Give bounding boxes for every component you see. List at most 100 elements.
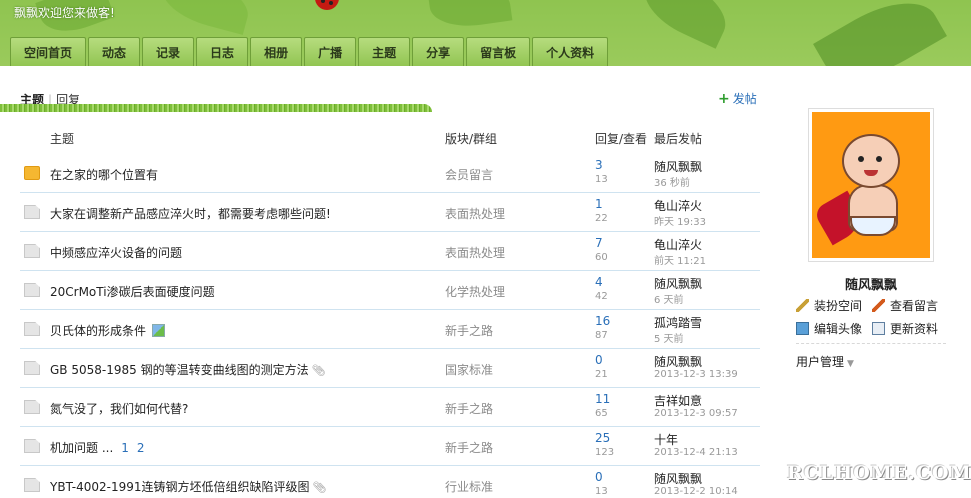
document-icon xyxy=(24,244,40,258)
pen-icon xyxy=(872,299,885,312)
topic-replies[interactable]: 0 xyxy=(595,353,603,367)
document-icon xyxy=(24,478,40,492)
topic-last-author[interactable]: 吉祥如意 xyxy=(654,392,702,409)
document-icon xyxy=(24,361,40,375)
edit-avatar-link[interactable]: 编辑头像 xyxy=(796,320,872,337)
paperclip-icon: 📎︎ xyxy=(312,481,327,494)
topic-replies[interactable]: 11 xyxy=(595,392,610,406)
topic-title[interactable]: 机加问题 ... xyxy=(50,441,113,455)
topic-forum[interactable]: 行业标准 xyxy=(445,478,493,495)
topic-last-time: 6 天前 xyxy=(654,295,684,306)
topic-forum[interactable]: 化学热处理 xyxy=(445,283,505,300)
topic-title[interactable]: 氮气没了，我们如何代替? xyxy=(50,400,188,417)
user-management-label: 用户管理 xyxy=(796,355,845,369)
background-leaf xyxy=(634,0,736,49)
topic-title[interactable]: 大家在调整新产品感应淬火时，都需要考虑哪些问题! xyxy=(50,205,331,222)
topic-row: YBT-4002-1991连铸钢方坯低倍组织缺陷评级图 📎︎ 行业标准 0 13 … xyxy=(20,466,760,498)
topic-last-author[interactable]: 孤鸿踏雪 xyxy=(654,314,702,331)
profile-name[interactable]: 随风飘飘 xyxy=(808,274,934,293)
topic-title-wrapper[interactable]: 贝氏体的形成条件 xyxy=(50,322,166,339)
topic-row: GB 5058-1985 钢的等温转变曲线图的测定方法 📎︎ 国家标准 0 21 … xyxy=(20,349,760,388)
user-management-dropdown[interactable]: 用户管理 ▼ xyxy=(796,353,854,370)
topic-last-time: 昨天 19:33 xyxy=(654,217,706,228)
nav-item-share[interactable]: 分享 xyxy=(412,37,465,68)
update-profile-label: 更新资料 xyxy=(890,322,939,336)
topic-title[interactable]: 在之家的哪个位置有 xyxy=(50,166,158,183)
avatar-diaper xyxy=(850,216,896,236)
column-header-forum: 版块/群组 xyxy=(445,132,498,146)
topic-last-time: 2013-12-3 13:39 xyxy=(654,369,738,380)
update-profile-link[interactable]: 更新资料 xyxy=(872,320,956,337)
topic-last-author[interactable]: 随风飘飘 xyxy=(654,275,702,292)
topic-views: 65 xyxy=(595,408,608,419)
new-post-button[interactable]: + 发帖 xyxy=(718,90,757,107)
topic-last-author[interactable]: 龟山淬火 xyxy=(654,197,702,214)
decorate-space-label: 装扮空间 xyxy=(814,299,863,313)
topic-last-time: 2013-12-2 10:14 xyxy=(654,486,738,497)
background-leaf xyxy=(427,0,513,32)
nav-item-profile[interactable]: 个人资料 xyxy=(532,37,609,68)
welcome-message: 飘飘欢迎您来做客! xyxy=(14,6,115,20)
nav-item-topics[interactable]: 主题 xyxy=(358,37,411,68)
topic-forum[interactable]: 新手之路 xyxy=(445,322,493,339)
nav-item-blog[interactable]: 日志 xyxy=(196,37,249,68)
topic-last-author[interactable]: 随风飘飘 xyxy=(654,158,702,175)
topic-replies[interactable]: 4 xyxy=(595,275,603,289)
topic-last-time: 2013-12-4 21:13 xyxy=(654,447,738,458)
topic-title-wrapper: 机加问题 ... 1 2 xyxy=(50,439,145,456)
topic-title: 贝氏体的形成条件 xyxy=(50,324,147,338)
topic-forum[interactable]: 表面热处理 xyxy=(445,244,505,261)
topic-replies[interactable]: 25 xyxy=(595,431,610,445)
topic-replies[interactable]: 1 xyxy=(595,197,603,211)
page-link-2[interactable]: 2 xyxy=(137,441,145,455)
topic-row: 贝氏体的形成条件 新手之路 16 87 孤鸿踏雪 5 天前 xyxy=(20,310,760,349)
topic-replies[interactable]: 3 xyxy=(595,158,603,172)
topic-last-author[interactable]: 龟山淬火 xyxy=(654,236,702,253)
grass-divider xyxy=(0,104,432,112)
topic-forum[interactable]: 会员留言 xyxy=(445,166,493,183)
document-icon xyxy=(24,205,40,219)
topic-replies[interactable]: 0 xyxy=(595,470,603,484)
profile-avatar-frame[interactable] xyxy=(808,108,934,262)
topic-last-author[interactable]: 十年 xyxy=(654,431,678,448)
topic-last-time: 36 秒前 xyxy=(654,178,690,189)
topic-title[interactable]: 中频感应淬火设备的问题 xyxy=(50,244,182,261)
topic-list: 在之家的哪个位置有 会员留言 3 13 随风飘飘 36 秒前 大家在调整新产品感… xyxy=(20,154,760,498)
topic-last-author[interactable]: 随风飘飘 xyxy=(654,353,702,370)
topic-title: YBT-4002-1991连铸钢方坯低倍组织缺陷评级图 xyxy=(50,480,310,494)
topic-row: 在之家的哪个位置有 会员留言 3 13 随风飘飘 36 秒前 xyxy=(20,154,760,193)
document-icon xyxy=(24,400,40,414)
topic-title-wrapper[interactable]: GB 5058-1985 钢的等温转变曲线图的测定方法 📎︎ xyxy=(50,361,326,378)
decorate-space-link[interactable]: 装扮空间 xyxy=(796,297,872,314)
view-messages-link[interactable]: 查看留言 xyxy=(872,297,956,314)
nav-item-broadcast[interactable]: 广播 xyxy=(304,37,357,68)
topic-row: 中频感应淬火设备的问题 表面热处理 7 60 龟山淬火 前天 11:21 xyxy=(20,232,760,271)
picture-icon xyxy=(796,322,809,335)
topic-views: 123 xyxy=(595,447,615,458)
nav-item-guestbook[interactable]: 留言板 xyxy=(466,37,531,68)
nav-item-records[interactable]: 记录 xyxy=(142,37,195,68)
topic-forum[interactable]: 新手之路 xyxy=(445,400,493,417)
content-panel: 主题 | 回复 + 发帖 主题 版块/群组 回复/查看 最后发帖 在之家的哪个位置有 … xyxy=(0,66,971,498)
nav-item-home[interactable]: 空间首页 xyxy=(10,37,87,68)
nav-item-feed[interactable]: 动态 xyxy=(88,37,141,68)
topic-last-time: 5 天前 xyxy=(654,334,684,345)
avatar xyxy=(812,112,930,258)
topic-title[interactable]: 20CrMoTi渗碳后表面硬度问题 xyxy=(50,283,215,300)
topic-row: 机加问题 ... 1 2 新手之路 25 123 十年 2013-12-4 21:1… xyxy=(20,427,760,466)
page-link-1[interactable]: 1 xyxy=(121,441,129,455)
nav-item-album[interactable]: 相册 xyxy=(250,37,303,68)
topic-forum[interactable]: 表面热处理 xyxy=(445,205,505,222)
topic-last-author[interactable]: 随风飘飘 xyxy=(654,470,702,487)
edit-avatar-label: 编辑头像 xyxy=(814,322,863,336)
topic-replies[interactable]: 7 xyxy=(595,236,603,250)
topic-row: 20CrMoTi渗碳后表面硬度问题 化学热处理 4 42 随风飘飘 6 天前 xyxy=(20,271,760,310)
topic-forum[interactable]: 国家标准 xyxy=(445,361,493,378)
topic-replies[interactable]: 16 xyxy=(595,314,610,328)
folder-hot-icon xyxy=(24,166,40,180)
column-header-reply-view: 回复/查看 xyxy=(595,132,648,146)
topic-forum[interactable]: 新手之路 xyxy=(445,439,493,456)
topic-views: 22 xyxy=(595,213,608,224)
topic-row: 氮气没了，我们如何代替? 新手之路 11 65 吉祥如意 2013-12-3 0… xyxy=(20,388,760,427)
topic-title-wrapper[interactable]: YBT-4002-1991连铸钢方坯低倍组织缺陷评级图 📎︎ xyxy=(50,478,327,495)
